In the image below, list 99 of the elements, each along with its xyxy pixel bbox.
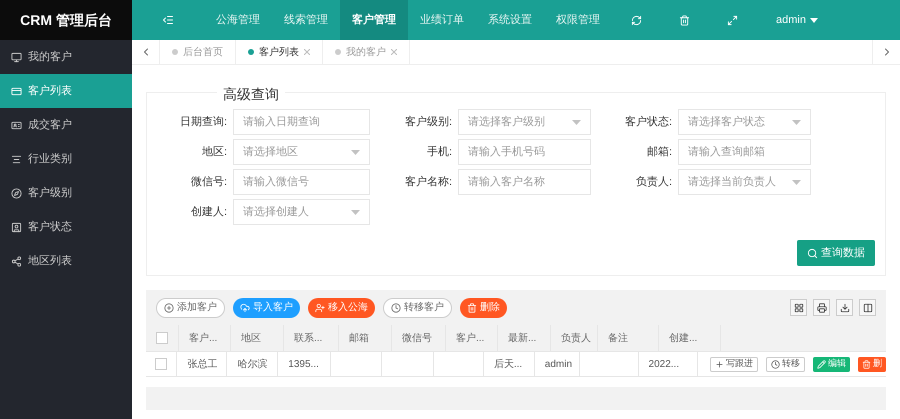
field-label: 微信号: <box>190 174 228 190</box>
column-header[interactable]: 邮箱 <box>339 325 392 351</box>
dropdown-arrow-icon <box>792 120 801 124</box>
sidebar-item[interactable]: 成交客户 <box>0 108 132 142</box>
dropdown-arrow-icon <box>572 120 581 124</box>
toolbar-button[interactable]: 删除 <box>460 298 507 318</box>
refresh-icon[interactable] <box>630 14 642 26</box>
search-button[interactable]: 查询数据 <box>797 240 875 266</box>
table-cell: 后天... <box>484 352 535 376</box>
menu-item-icon <box>11 86 22 96</box>
dropdown-arrow-icon <box>351 150 360 154</box>
field-label: 创建人: <box>190 204 228 220</box>
column-header[interactable]: 地区 <box>231 325 284 351</box>
column-header[interactable]: 客户... <box>446 325 498 351</box>
person-icon <box>315 302 325 312</box>
page-tab[interactable]: 客户列表 <box>236 40 323 64</box>
menu-item-icon <box>11 52 22 62</box>
field-label: 客户状态: <box>624 114 674 130</box>
collapse-menu-icon[interactable] <box>162 14 174 26</box>
dropdown-arrow-icon <box>351 210 360 214</box>
top-nav-tab[interactable]: 线索管理 <box>272 0 340 40</box>
column-header[interactable]: 联系... <box>284 325 339 351</box>
trash-icon <box>862 360 871 368</box>
field-label: 客户名称: <box>404 174 454 190</box>
select-all-checkbox[interactable] <box>156 332 168 344</box>
menu-item-icon <box>11 256 22 266</box>
sidebar-item[interactable]: 地区列表 <box>0 244 132 278</box>
toolbar-button[interactable]: 转移客户 <box>383 298 452 318</box>
column-header[interactable]: 负责人 <box>551 325 598 351</box>
menu-item-icon <box>11 120 22 130</box>
select-field[interactable]: 请选择地区 <box>233 139 370 165</box>
layout-icon[interactable] <box>859 299 876 316</box>
field-label: 邮箱: <box>646 144 674 160</box>
top-nav-tab[interactable]: 客户管理 <box>340 0 408 40</box>
sidebar-item[interactable]: 行业类别 <box>0 142 132 176</box>
table-cell: 张总工 <box>177 352 228 376</box>
row-checkbox[interactable] <box>155 358 168 370</box>
sidebar-item[interactable]: 客户列表 <box>0 74 132 108</box>
top-nav-tab[interactable]: 权限管理 <box>544 0 612 40</box>
input-field[interactable]: 请输入手机号码 <box>458 139 591 165</box>
column-header[interactable]: 客户... <box>179 325 231 351</box>
toolbar-button[interactable]: 移入公海 <box>308 298 375 318</box>
column-header[interactable]: 备注 <box>598 325 659 351</box>
input-field[interactable]: 请输入查询邮箱 <box>678 139 811 165</box>
column-header[interactable]: 微信号 <box>392 325 446 351</box>
table-cell: 2022... <box>638 352 698 376</box>
caret-icon <box>810 18 818 22</box>
select-field[interactable]: 请选择客户级别 <box>458 109 591 135</box>
table-cell: 哈尔滨 <box>227 352 278 376</box>
menu-item-icon <box>11 222 22 232</box>
print-icon[interactable] <box>813 299 830 316</box>
close-icon[interactable] <box>304 49 310 55</box>
select-field[interactable]: 请选择当前负责人 <box>678 169 811 195</box>
table-cell: 1395... <box>278 352 332 376</box>
cloud-upload-icon <box>240 302 250 312</box>
sidebar-item[interactable]: 客户级别 <box>0 176 132 210</box>
sidebar-item[interactable]: 我的客户 <box>0 40 132 74</box>
row-action-button[interactable]: 写跟进 <box>710 356 758 372</box>
row-action-button[interactable]: 删 <box>858 356 886 372</box>
input-field[interactable]: 请输入客户名称 <box>458 169 591 195</box>
select-field[interactable]: 请选择客户状态 <box>678 109 811 135</box>
field-label: 客户级别: <box>404 114 454 130</box>
input-field[interactable]: 请输入微信号 <box>233 169 370 195</box>
table-cell: admin <box>534 352 580 376</box>
field-label: 日期查询: <box>178 114 228 130</box>
menu-item-icon <box>11 154 22 164</box>
dropdown-arrow-icon <box>792 180 801 184</box>
row-action-button[interactable]: 编辑 <box>813 356 850 372</box>
close-icon[interactable] <box>391 49 397 55</box>
top-nav-tab[interactable]: 业绩订单 <box>408 0 476 40</box>
menu-item-icon <box>11 188 22 198</box>
column-header[interactable]: 创建... <box>659 325 721 351</box>
columns-icon[interactable] <box>790 299 807 316</box>
plus-circle-icon <box>164 302 174 312</box>
trash-icon[interactable] <box>678 14 690 26</box>
search-icon <box>807 248 818 258</box>
column-header[interactable]: 最新... <box>498 325 551 351</box>
plus-icon <box>715 360 724 368</box>
select-field[interactable]: 请选择创建人 <box>233 199 370 225</box>
pencil-icon <box>817 360 826 368</box>
field-label: 手机: <box>426 144 454 160</box>
fullscreen-icon[interactable] <box>726 14 738 26</box>
field-label: 负责人: <box>635 174 674 190</box>
sidebar-item[interactable]: 客户状态 <box>0 210 132 244</box>
top-nav-tab[interactable]: 公海管理 <box>204 0 272 40</box>
toolbar-button[interactable]: 导入客户 <box>233 298 300 318</box>
toolbar-button[interactable]: 添加客户 <box>156 298 225 318</box>
clock-icon <box>771 360 780 368</box>
page-tab[interactable]: 我的客户 <box>323 40 410 64</box>
top-nav-tab[interactable]: 系统设置 <box>476 0 544 40</box>
trash-icon <box>467 302 477 312</box>
input-field[interactable]: 请输入日期查询 <box>233 109 370 135</box>
clock-icon <box>391 302 401 312</box>
field-label: 地区: <box>200 144 228 160</box>
app-logo: CRM 管理后台 <box>20 10 112 30</box>
row-action-button[interactable]: 转移 <box>766 356 805 372</box>
user-menu[interactable]: admin <box>776 12 818 28</box>
export-icon[interactable] <box>836 299 853 316</box>
page-tab[interactable]: 后台首页 <box>160 40 236 64</box>
